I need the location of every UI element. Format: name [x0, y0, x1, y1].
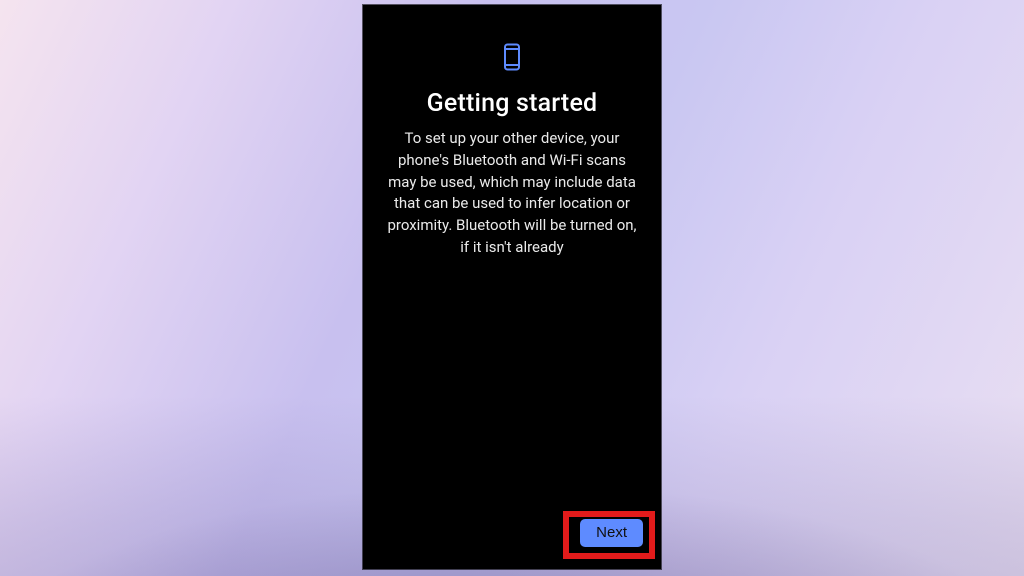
page-body: To set up your other device, your phone'…: [381, 128, 643, 259]
bottom-bar: Next: [363, 501, 661, 569]
page-title: Getting started: [381, 89, 643, 118]
backdrop: Getting started To set up your other dev…: [0, 0, 1024, 576]
setup-content: Getting started To set up your other dev…: [363, 5, 661, 259]
phone-icon: [502, 43, 522, 71]
next-button[interactable]: Next: [580, 519, 643, 547]
phone-screen: Getting started To set up your other dev…: [363, 5, 661, 569]
